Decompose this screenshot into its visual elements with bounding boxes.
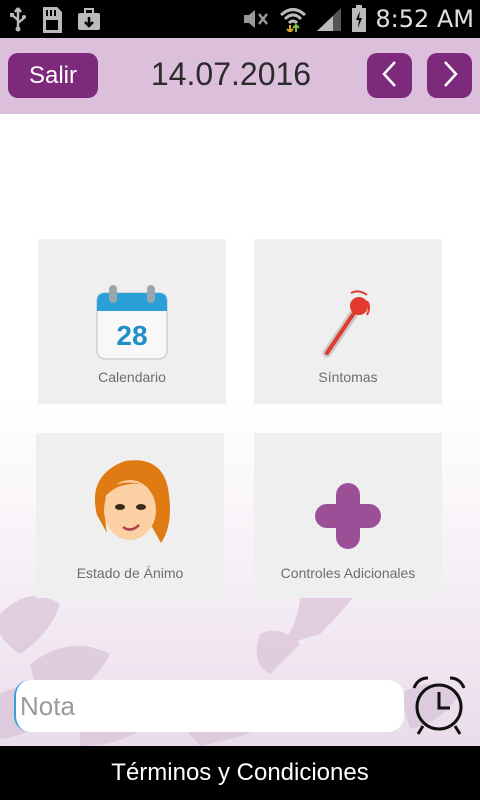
mute-icon (241, 6, 271, 32)
status-bar: 8:52 AM (0, 0, 480, 38)
sd-card-icon (40, 6, 64, 34)
signal-icon (315, 6, 343, 32)
chevron-right-icon (440, 59, 460, 93)
chevron-left-icon (380, 59, 400, 93)
current-date: 14.07.2016 (150, 56, 312, 92)
plus-icon (313, 481, 383, 555)
usb-icon (8, 6, 28, 34)
mood-face-icon (85, 455, 175, 555)
additional-controls-label: Controles Adicionales (280, 565, 416, 581)
calendar-label: Calendario (98, 369, 166, 385)
calendar-day-number: 28 (116, 320, 147, 351)
main-content: 28 Calendario Síntomas Estado de Ánimo C… (0, 114, 480, 746)
calendar-tile[interactable]: 28 Calendario (38, 239, 226, 404)
briefcase-icon (76, 6, 102, 34)
mood-tile[interactable]: Estado de Ánimo (36, 433, 224, 598)
symptoms-tile[interactable]: Síntomas (254, 239, 442, 404)
mood-label: Estado de Ánimo (76, 565, 184, 581)
app-header: Salir 14.07.2016 (0, 38, 480, 114)
calendar-icon: 28 (95, 283, 169, 367)
thermometer-icon (321, 289, 375, 363)
symptoms-label: Síntomas (318, 369, 378, 385)
status-time: 8:52 AM (375, 5, 474, 33)
additional-controls-tile[interactable]: Controles Adicionales (254, 433, 442, 598)
note-input[interactable] (14, 680, 404, 732)
next-day-button[interactable] (427, 53, 472, 98)
exit-button[interactable]: Salir (8, 53, 98, 98)
terms-and-conditions-link[interactable]: Términos y Condiciones (0, 746, 480, 800)
alarm-clock-icon[interactable] (410, 674, 468, 736)
battery-icon (351, 5, 367, 33)
note-field-container (14, 680, 404, 732)
wifi-icon (279, 6, 307, 32)
previous-day-button[interactable] (367, 53, 412, 98)
